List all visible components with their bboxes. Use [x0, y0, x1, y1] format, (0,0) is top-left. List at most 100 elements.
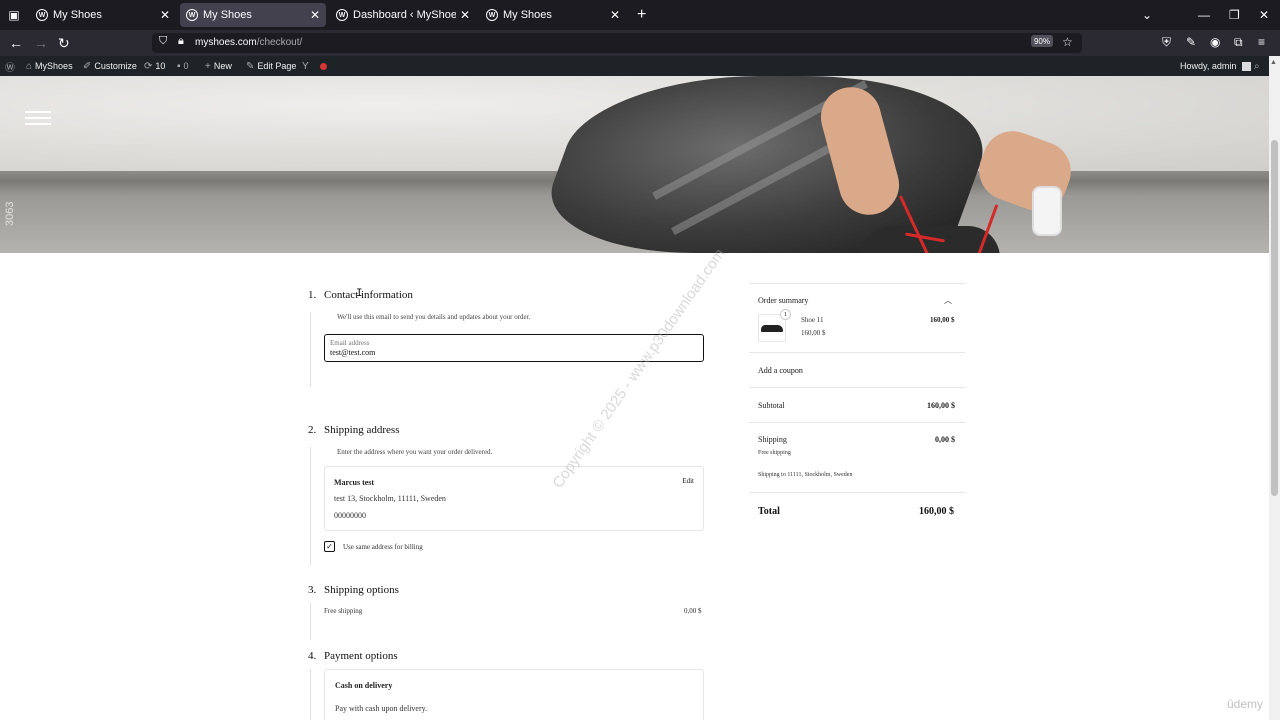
- udemy-watermark: ûdemy: [1227, 697, 1264, 711]
- admin-customize-link[interactable]: ✐ Customize: [83, 56, 137, 76]
- summary-divider: [749, 283, 965, 284]
- tab-title: My Shoes: [503, 9, 552, 21]
- same-billing-label[interactable]: Use same address for billing: [343, 543, 423, 551]
- avatar: [1242, 61, 1252, 71]
- updates-icon: ⟳: [144, 60, 153, 72]
- close-window-icon[interactable]: ✕: [1259, 0, 1269, 30]
- admin-edit-page-link[interactable]: ✎ Edit Page: [246, 56, 296, 76]
- payment-method-card[interactable]: Cash on delivery Pay with cash upon deli…: [324, 669, 704, 720]
- quantity-badge: 1: [780, 309, 791, 320]
- wp-logo-icon[interactable]: Ⓦ: [5, 56, 15, 76]
- wordpress-icon: W: [336, 9, 348, 21]
- summary-divider: [749, 352, 965, 353]
- forward-icon[interactable]: →: [34, 35, 48, 51]
- hero-side-code: 3063: [4, 201, 16, 226]
- address-phone: 00000000: [334, 511, 366, 520]
- address-line: test 13, Stockholm, 11111, Sweden: [334, 494, 446, 503]
- browser-tab-3[interactable]: W Dashboard ‹ MyShoes — WordPress ✕: [330, 3, 476, 27]
- order-summary-heading[interactable]: Order summary: [758, 296, 808, 305]
- hero-banner-image: 3063: [0, 76, 1269, 253]
- payment-method-title: Cash on delivery: [335, 681, 393, 690]
- admin-search-icon[interactable]: ⌕: [1254, 56, 1260, 76]
- minimize-icon[interactable]: —: [1198, 0, 1210, 30]
- admin-comments-link[interactable]: ▪ 0: [177, 56, 189, 76]
- step-divider: [310, 312, 311, 387]
- admin-updates-link[interactable]: ⟳ 10: [144, 56, 165, 76]
- browser-tab-1[interactable]: W My Shoes ✕: [30, 3, 176, 27]
- wp-admin-bar: Ⓦ ⌂ MyShoes ✐ Customize ⟳ 10 ▪ 0 + New ✎ Edit …: [0, 56, 1280, 76]
- url-host: myshoes.com: [195, 37, 257, 48]
- url-text[interactable]: myshoes.com/checkout/: [195, 37, 302, 48]
- tab-overflow-chevron-icon[interactable]: ⌄: [1142, 0, 1152, 30]
- wrench-icon[interactable]: ✎: [1186, 35, 1196, 49]
- url-bar[interactable]: ⛉ 🔒︎ myshoes.com/checkout/: [152, 33, 1082, 53]
- admin-account-link[interactable]: Howdy, admin: [1180, 56, 1252, 76]
- step-number: 1.: [308, 289, 317, 301]
- shipping-method-note: Free shipping: [758, 450, 791, 456]
- admin-site-link[interactable]: ⌂ MyShoes: [26, 56, 73, 76]
- step-divider: [310, 603, 311, 640]
- total-label: Total: [758, 506, 780, 517]
- comment-icon: ▪: [177, 60, 181, 72]
- tab-list-icon[interactable]: ▣: [0, 0, 28, 30]
- browser-tab-4[interactable]: W My Shoes ✕: [480, 3, 626, 27]
- bookmark-star-icon[interactable]: ☆: [1062, 35, 1073, 49]
- new-tab-icon[interactable]: +: [637, 6, 646, 24]
- shipping-destination-note: Shipping to 11111, Stockholm, Sweden: [758, 472, 853, 478]
- address-card: Marcus test test 13, Stockholm, 11111, S…: [324, 466, 704, 531]
- shield-icon[interactable]: ⛉: [159, 35, 167, 48]
- back-icon[interactable]: ←: [9, 35, 23, 51]
- contact-help-text: We'll use this email to send you details…: [337, 313, 531, 321]
- restore-icon[interactable]: ❐: [1229, 0, 1240, 30]
- home-icon: ⌂: [26, 60, 33, 72]
- account-icon[interactable]: ◉: [1210, 35, 1220, 49]
- edit-address-button[interactable]: Edit: [682, 477, 694, 485]
- subtotal-value: 160,00 $: [927, 401, 955, 410]
- add-coupon-button[interactable]: Add a coupon: [758, 366, 803, 375]
- scroll-up-icon[interactable]: ▲: [1270, 58, 1277, 66]
- close-tab-icon[interactable]: ✕: [160, 8, 170, 22]
- tab-title: My Shoes: [53, 9, 102, 21]
- close-tab-icon[interactable]: ✕: [610, 8, 620, 22]
- shipping-address-heading: Shipping address: [324, 424, 400, 436]
- close-tab-icon[interactable]: ✕: [310, 8, 320, 22]
- email-label: Email address: [330, 339, 370, 347]
- seo-status-dot[interactable]: [320, 56, 327, 76]
- close-tab-icon[interactable]: ✕: [460, 8, 470, 22]
- browser-tab-bar: ▣ W My Shoes ✕ W My Shoes ✕ W Dashboard …: [0, 0, 1280, 30]
- yoast-icon[interactable]: Y: [302, 56, 309, 76]
- tab-title: Dashboard ‹ MyShoes — WordPress: [353, 9, 456, 21]
- summary-divider: [749, 422, 965, 423]
- address-name: Marcus test: [334, 478, 375, 487]
- total-value: 160,00 $: [919, 506, 954, 517]
- lock-icon[interactable]: 🔒︎: [178, 35, 184, 48]
- hero-watch: [1032, 186, 1062, 236]
- admin-new-link[interactable]: + New: [205, 56, 232, 76]
- extensions-icon[interactable]: ⧉: [1234, 35, 1243, 50]
- pencil-icon: ✎: [246, 60, 255, 72]
- same-billing-checkbox[interactable]: ✓: [324, 541, 335, 552]
- summary-divider: [749, 492, 965, 493]
- hamburger-menu-icon[interactable]: [25, 111, 51, 129]
- payment-method-description: Pay with cash upon delivery.: [335, 704, 428, 713]
- contact-information-heading: Contact information: [324, 289, 413, 301]
- email-value: test@test.com: [330, 348, 376, 357]
- shoe-image: [761, 324, 783, 332]
- browser-nav-bar: ← → ↻ ⛉ 🔒︎ myshoes.com/checkout/ 90% ☆ ⛨…: [0, 30, 1280, 56]
- browser-tab-2[interactable]: W My Shoes ✕: [180, 3, 326, 27]
- menu-icon[interactable]: ≡: [1258, 35, 1265, 49]
- shipping-label: Shipping: [758, 435, 787, 444]
- shipping-option-label[interactable]: Free shipping: [324, 607, 362, 615]
- step-number: 4.: [308, 650, 317, 662]
- reload-icon[interactable]: ↻: [58, 35, 70, 51]
- summary-divider: [749, 387, 965, 388]
- item-name: Shoe 11: [801, 316, 824, 324]
- pocket-icon[interactable]: ⛨: [1162, 35, 1171, 50]
- brush-icon: ✐: [83, 60, 92, 72]
- scrollbar-thumb[interactable]: [1271, 140, 1278, 496]
- text-cursor-icon: I: [356, 288, 363, 300]
- wordpress-icon: W: [486, 9, 498, 21]
- tab-title: My Shoes: [203, 9, 252, 21]
- chevron-up-icon[interactable]: ︿: [944, 295, 952, 306]
- zoom-level[interactable]: 90%: [1031, 35, 1053, 47]
